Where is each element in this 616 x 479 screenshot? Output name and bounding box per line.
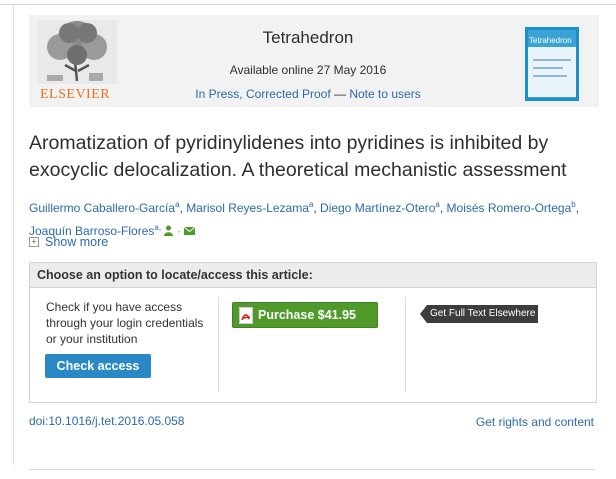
check-access-button[interactable]: Check access	[45, 354, 151, 378]
journal-title[interactable]: Tetrahedron	[0, 28, 616, 48]
get-full-text-elsewhere-button[interactable]: Get Full Text Elsewhere	[420, 305, 538, 323]
in-press-link[interactable]: In Press, Corrected Proof	[195, 87, 330, 101]
elsewhere-label: Get Full Text Elsewhere	[430, 308, 536, 319]
pdf-icon	[239, 307, 253, 324]
note-to-users-link[interactable]: Note to users	[349, 87, 420, 101]
status-separator: —	[330, 87, 350, 101]
author-link[interactable]: Marisol Reyes-Lezama	[186, 201, 309, 215]
access-options-panel: Choose an option to locate/access this a…	[29, 262, 597, 403]
icon-separator: ·	[173, 224, 185, 238]
status-line: In Press, Corrected Proof — Note to user…	[0, 87, 616, 101]
author-link[interactable]: Guillermo Caballero-García	[29, 201, 175, 215]
journal-cover[interactable]: Tetrahedron	[525, 27, 579, 101]
purchase-button[interactable]: Purchase $41.95	[232, 302, 378, 328]
top-rule	[0, 4, 616, 5]
cover-title: Tetrahedron	[529, 36, 572, 45]
divider	[218, 297, 219, 392]
email-icon[interactable]	[183, 224, 196, 238]
author-list: Guillermo Caballero-Garcíaa, Marisol Rey…	[29, 195, 604, 241]
show-more-toggle[interactable]: + Show more	[29, 235, 108, 249]
access-description: Check if you have access through your lo…	[46, 300, 204, 346]
author-link[interactable]: Diego Martínez-Otero	[320, 201, 435, 215]
journal-title-link[interactable]: Tetrahedron	[263, 28, 354, 47]
article-title: Aromatization of pyridinylidenes into py…	[29, 132, 567, 181]
get-rights-link[interactable]: Get rights and content	[476, 415, 594, 429]
divider	[405, 297, 406, 392]
plus-square-icon: +	[29, 236, 39, 247]
doi-link[interactable]: doi:10.1016/j.tet.2016.05.058	[29, 414, 184, 428]
access-panel-heading: Choose an option to locate/access this a…	[30, 263, 596, 288]
show-more-label: Show more	[45, 235, 109, 249]
purchase-label: Purchase $41.95	[258, 308, 356, 322]
author-separator: ,	[575, 201, 580, 215]
author-separator: ,	[439, 201, 447, 215]
author-link[interactable]: Moisés Romero-Ortega	[447, 201, 572, 215]
available-online-date: Available online 27 May 2016	[229, 63, 387, 77]
bottom-rule	[29, 469, 595, 470]
